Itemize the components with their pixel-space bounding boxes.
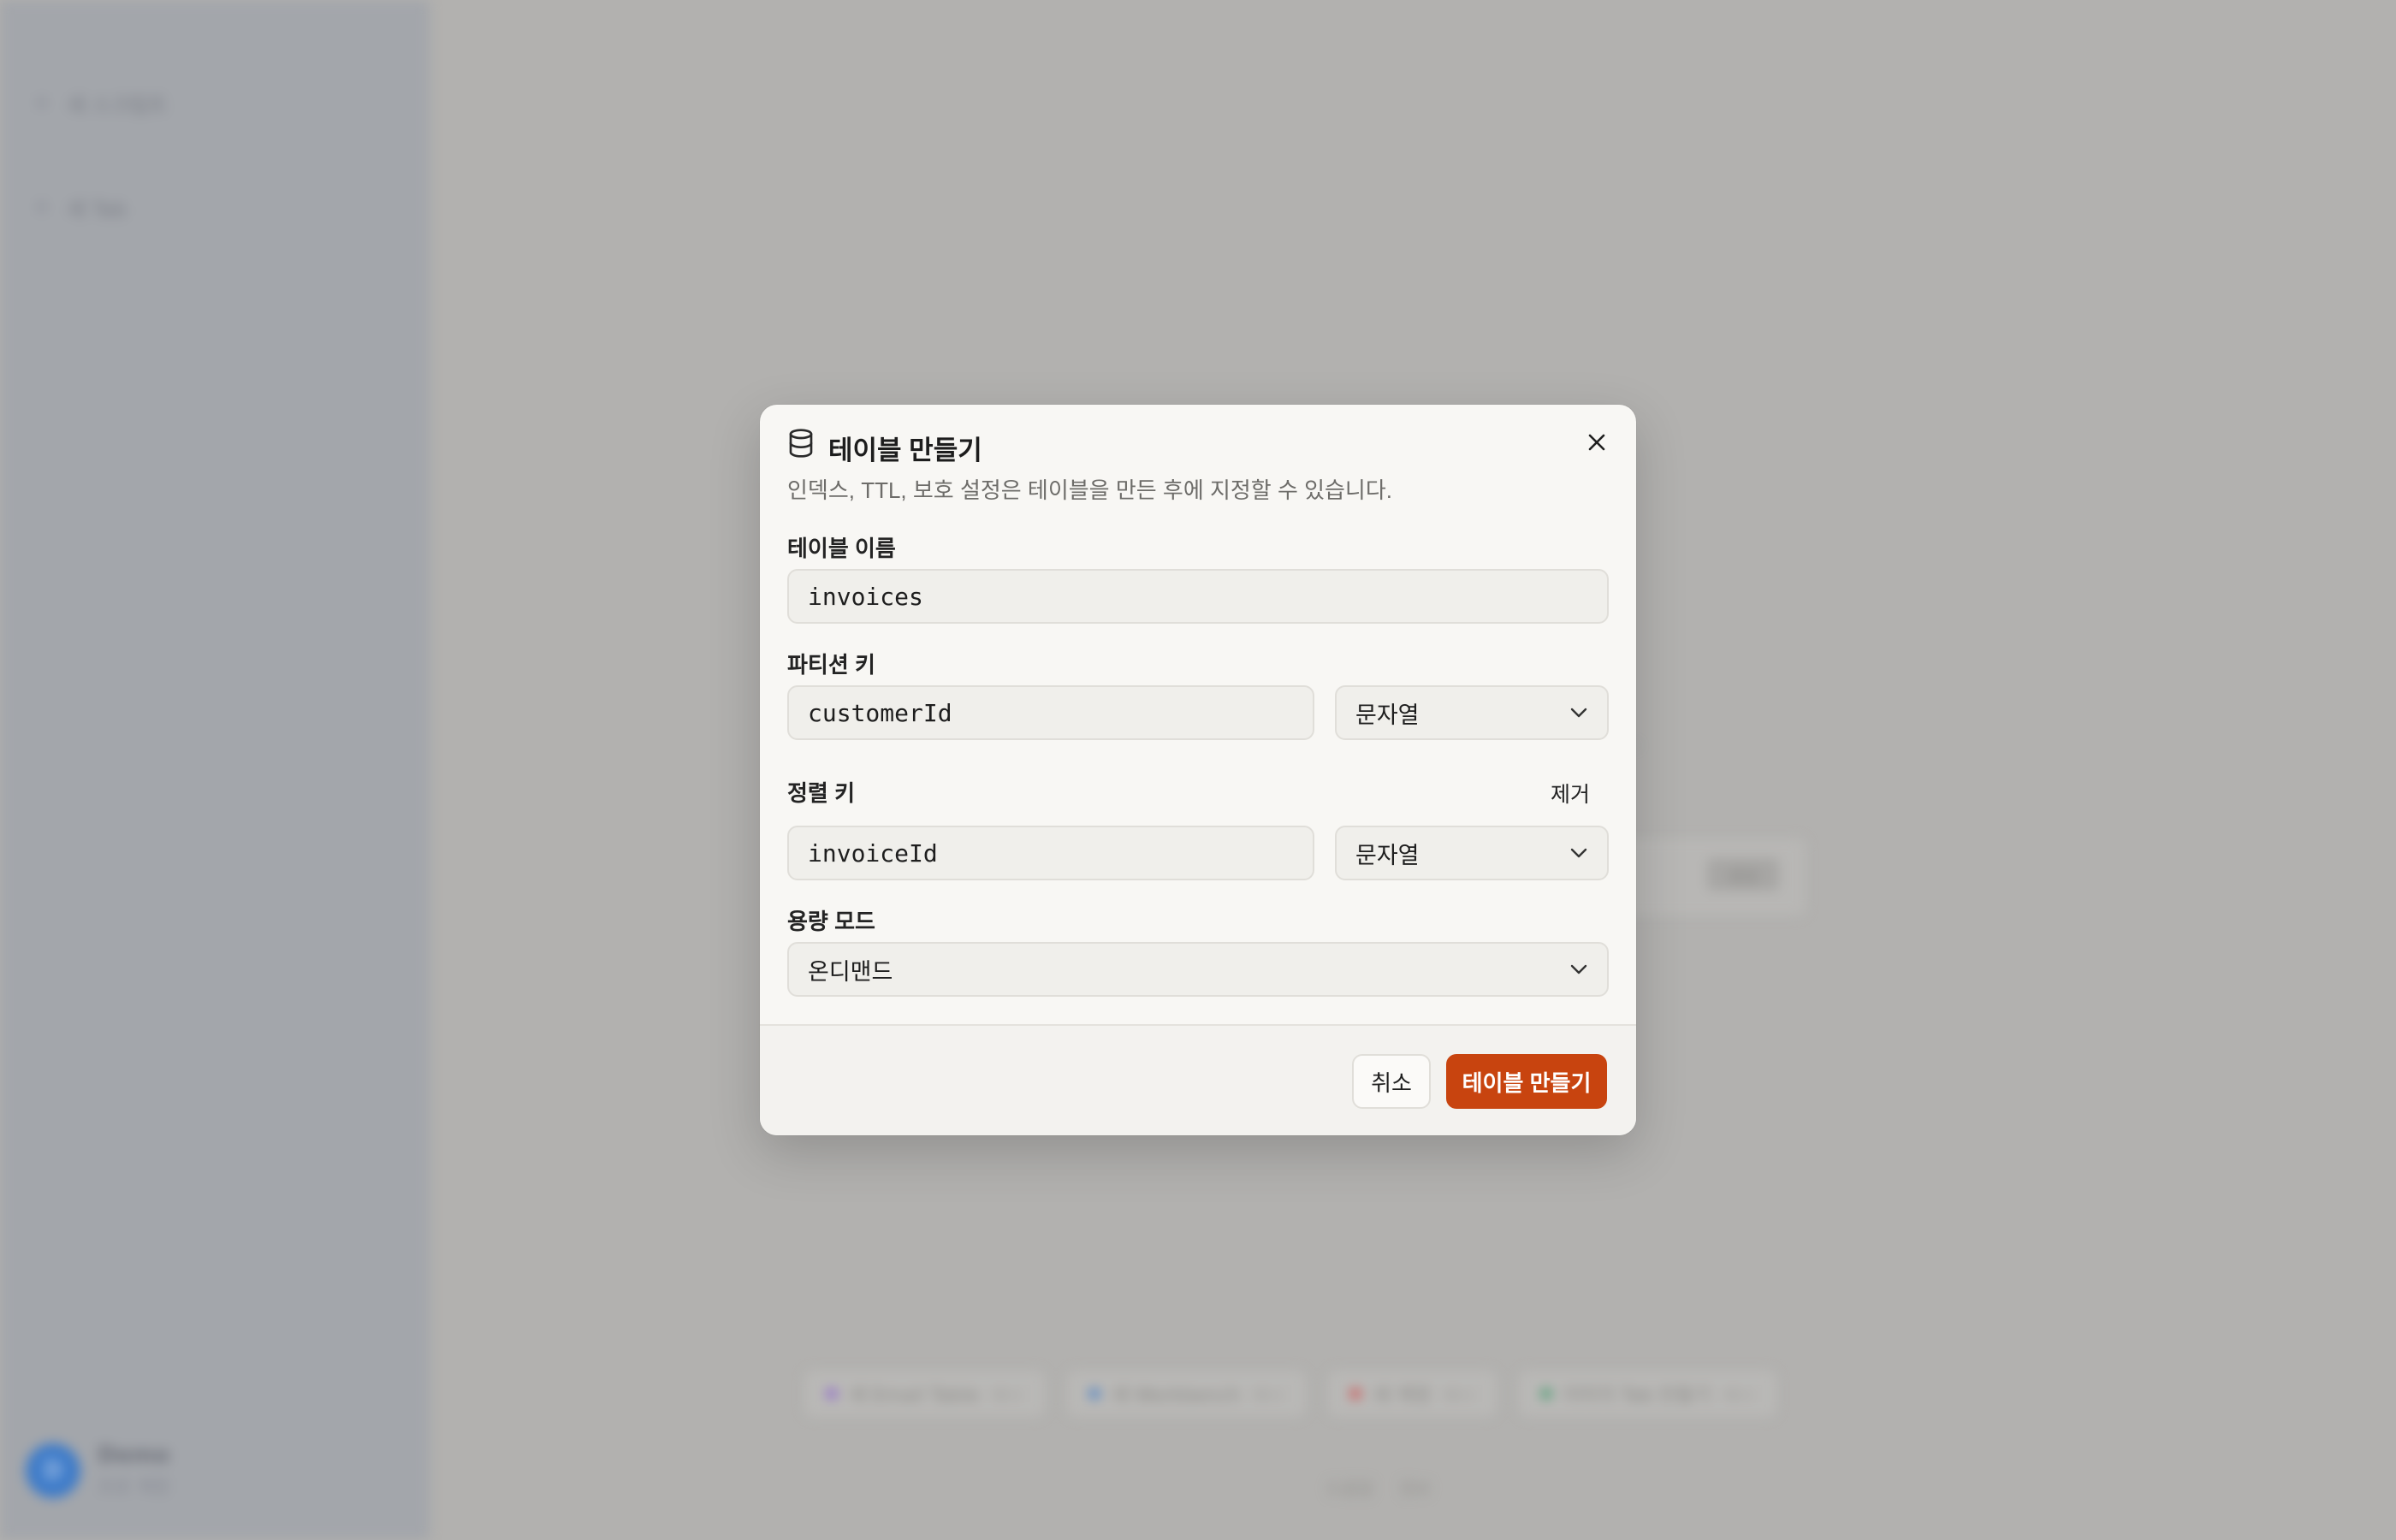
pill-label: 이미지 Tab 만들기 [1563, 1385, 1711, 1407]
status-dot [1350, 1389, 1361, 1399]
pill-meta: 예시 [1442, 1384, 1474, 1406]
status-dot [1088, 1389, 1100, 1399]
pill-account[interactable]: 새 계정 예시 [1328, 1371, 1497, 1417]
status-dot [827, 1389, 837, 1399]
footer-link-help[interactable]: 도움말 [1326, 1475, 1373, 1500]
table-name-label: 테이블 이름 [787, 536, 896, 561]
cancel-button[interactable]: 취소 [1352, 1054, 1431, 1109]
sidebar-item-label: 새 Tab [66, 197, 128, 222]
capacity-mode-select[interactable]: 온디맨드 [787, 942, 1609, 997]
pill-label: 새 계정 [1373, 1385, 1431, 1407]
pill-email-table[interactable]: 새 Email Table 예시 [804, 1371, 1045, 1417]
status-dot [1540, 1389, 1551, 1399]
chevron-down-icon [1570, 964, 1587, 974]
select-value: 문자열 [1355, 842, 1420, 868]
pill-meta: 예시 [1723, 1384, 1755, 1406]
pill-workbench[interactable]: 새 Workbench 예시 [1066, 1371, 1307, 1417]
plus-icon: + [33, 90, 51, 116]
create-table-dialog: 테이블 만들기 인덱스, TTL, 보호 설정은 테이블을 만든 후에 지정할 … [760, 405, 1636, 1135]
table-name-input[interactable] [787, 569, 1609, 624]
partition-key-input[interactable] [787, 685, 1314, 740]
chevron-down-icon [1570, 708, 1587, 718]
select-value: 온디맨드 [808, 958, 893, 985]
user-subtitle: 프로 계정 [98, 1477, 169, 1497]
pill-meta: 예시 [991, 1384, 1023, 1406]
dialog-title: 테이블 만들기 [828, 435, 982, 465]
pill-label: 새 Workbench [1111, 1385, 1241, 1407]
footer-link-info[interactable]: 정보 [1399, 1475, 1431, 1500]
sort-key-type-select[interactable]: 문자열 [1335, 826, 1609, 880]
user-name: Demo [98, 1442, 170, 1468]
user-profile[interactable]: D Demo 프로 계정 [26, 1442, 169, 1499]
sidebar: + 새 스크립트 + 새 Tab D Demo 프로 계정 [0, 0, 430, 1540]
plus-icon: + [33, 194, 51, 220]
close-button[interactable] [1576, 422, 1617, 463]
sidebar-item-label: 새 스크립트 [66, 92, 168, 117]
avatar: D [26, 1443, 80, 1498]
pill-meta: 예시 [1252, 1384, 1284, 1406]
chevron-down-icon [1570, 848, 1587, 858]
pill-label: 새 Email Table [849, 1385, 980, 1407]
select-value: 문자열 [1355, 702, 1420, 728]
footer-links: 도움말 정보 [1326, 1475, 1431, 1500]
create-table-button[interactable]: 테이블 만들기 [1446, 1054, 1607, 1109]
remove-sort-key-button[interactable]: 제거 [1551, 778, 1590, 808]
pill-image-tab[interactable]: 이미지 Tab 만들기 예시 [1518, 1371, 1777, 1417]
close-icon [1588, 434, 1605, 451]
footer-divider [760, 1024, 1636, 1026]
card-button[interactable]: 생성 [1707, 858, 1779, 891]
sort-key-input[interactable] [787, 826, 1314, 880]
capacity-mode-label: 용량 모드 [787, 909, 875, 934]
sidebar-item-new-tab[interactable]: + 새 Tab [33, 190, 127, 224]
dialog-description: 인덱스, TTL, 보호 설정은 테이블을 만든 후에 지정할 수 있습니다. [787, 477, 1392, 503]
database-icon [789, 429, 813, 458]
partition-key-label: 파티션 키 [787, 652, 875, 678]
sort-key-label: 정렬 키 [787, 780, 855, 806]
sidebar-item-new-script[interactable]: + 새 스크립트 [33, 86, 168, 120]
quick-start-pills: 새 Email Table 예시 새 Workbench 예시 새 계정 예시 … [804, 1371, 1777, 1417]
partition-key-type-select[interactable]: 문자열 [1335, 685, 1609, 740]
